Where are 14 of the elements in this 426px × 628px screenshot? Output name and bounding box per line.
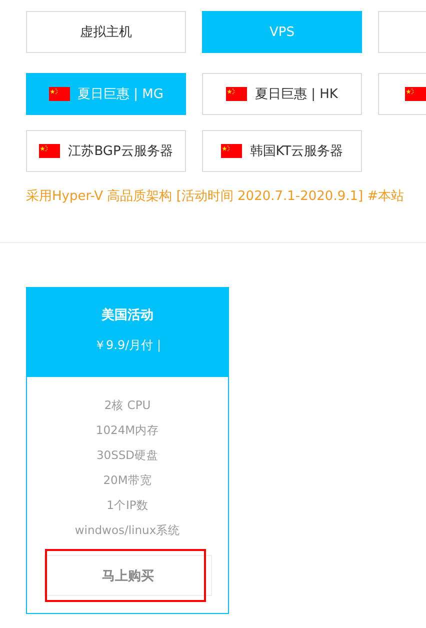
- plan-feature: 20M带宽: [102, 472, 153, 489]
- plan-title: 美国活动: [100, 306, 154, 324]
- notice-text: 采用Hyper-V 高品质架构 [活动时间 2020.7.1-2020.9.1] #本站: [26, 188, 406, 205]
- plan-feature: windwos/linux系统: [74, 522, 182, 539]
- plan-feature: 30SSD硬盘: [95, 447, 160, 464]
- plan-feature: 1024M内存: [94, 422, 160, 439]
- plan-feature: 1个IP数: [106, 497, 150, 514]
- region-tab[interactable]: 江苏BGP云服务器: [26, 130, 186, 172]
- plan-feature: 2核 CPU: [103, 397, 152, 414]
- region-tab[interactable]: 夏日巨惠 | HK: [202, 73, 362, 115]
- plan-price: ￥9.9/月付 |: [93, 337, 162, 354]
- buy-button[interactable]: 马上购买: [44, 555, 212, 596]
- product-tab[interactable]: 虚拟主机: [26, 11, 186, 53]
- region-tab[interactable]: 韩国KT云服务器: [202, 130, 362, 172]
